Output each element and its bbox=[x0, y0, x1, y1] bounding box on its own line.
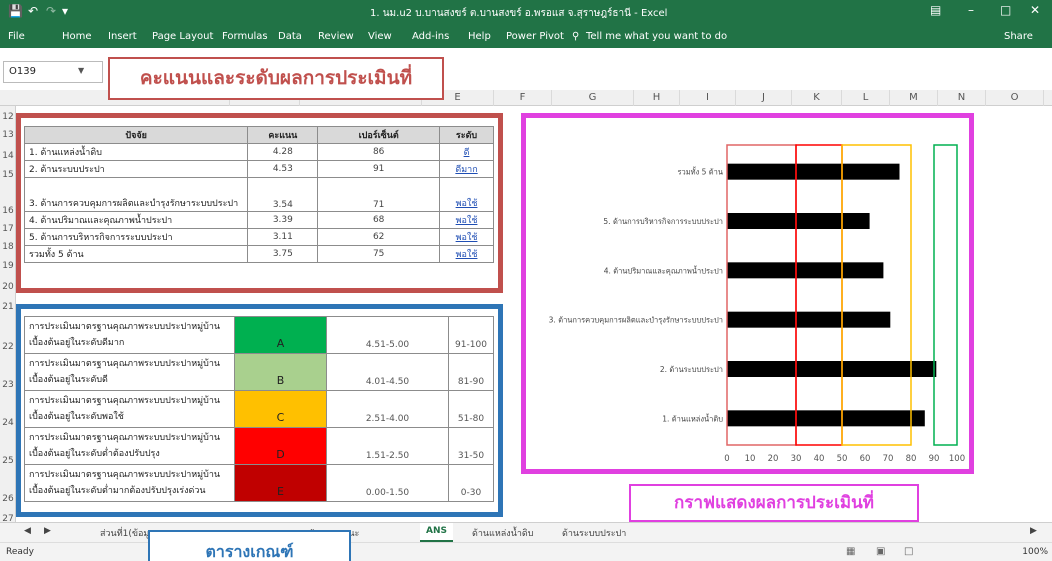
ribbon-display-options-icon[interactable]: ▤ bbox=[930, 3, 941, 17]
tab-file[interactable]: File bbox=[8, 31, 25, 42]
row-header[interactable]: 19 bbox=[0, 261, 15, 271]
tab-formulas[interactable]: Formulas bbox=[222, 31, 268, 42]
column-header[interactable]: N bbox=[938, 90, 986, 106]
row-header[interactable]: 26 bbox=[0, 494, 15, 504]
row-header[interactable]: 21 bbox=[0, 302, 15, 312]
graph-callout: กราฟแสดงผลการประเมินที่ bbox=[629, 484, 919, 522]
column-header[interactable]: H bbox=[634, 90, 680, 106]
sheet-tab[interactable]: ด้านระบบประปา bbox=[562, 526, 626, 540]
column-header[interactable]: G bbox=[552, 90, 634, 106]
redo-icon[interactable]: ↷ bbox=[46, 4, 56, 18]
chevron-down-icon[interactable]: ▼ bbox=[78, 66, 84, 75]
scroll-right-icon[interactable]: ▶ bbox=[44, 526, 51, 536]
save-icon[interactable]: 💾 bbox=[8, 4, 23, 18]
scroll-right-icon[interactable]: ▶ bbox=[1030, 526, 1037, 536]
column-header[interactable]: F bbox=[494, 90, 552, 106]
tab-add-ins[interactable]: Add-ins bbox=[412, 31, 449, 42]
tab-power-pivot[interactable]: Power Pivot bbox=[506, 31, 564, 42]
column-header[interactable]: I bbox=[680, 90, 736, 106]
tab-view[interactable]: View bbox=[368, 31, 392, 42]
search-icon: ⚲ bbox=[572, 31, 580, 42]
title-bar: 💾 ↶ ↷ ▾ 1. นม.u2 บ.บานสงขร์ ต.บานสงขร์ อ… bbox=[0, 0, 1052, 24]
maximize-button[interactable]: □ bbox=[1000, 3, 1011, 17]
tab-help[interactable]: Help bbox=[468, 31, 491, 42]
column-header[interactable]: M bbox=[890, 90, 938, 106]
row-header[interactable]: 20 bbox=[0, 282, 15, 292]
normal-view-icon[interactable]: ▦ bbox=[846, 546, 855, 557]
row-header[interactable]: 13 bbox=[0, 130, 15, 140]
row-header[interactable]: 12 bbox=[0, 112, 15, 122]
row-header[interactable]: 24 bbox=[0, 418, 15, 428]
column-header[interactable]: O bbox=[986, 90, 1044, 106]
score-callout: คะแนนและระดับผลการประเมินที่ bbox=[108, 57, 444, 100]
criteria-callout: ตารางเกณฑ์ bbox=[148, 530, 351, 561]
close-button[interactable]: ✕ bbox=[1030, 3, 1040, 17]
row-header[interactable]: 14 bbox=[0, 151, 15, 161]
page-break-view-icon[interactable]: □ bbox=[904, 546, 913, 557]
ribbon-tabs: File Home Insert Page Layout Formulas Da… bbox=[0, 24, 1052, 48]
minimize-button[interactable]: – bbox=[968, 3, 974, 17]
column-header[interactable]: J bbox=[736, 90, 792, 106]
row-header[interactable]: 17 bbox=[0, 224, 15, 234]
row-headers: 12 13 14 15 16 17 18 19 20 21 22 23 24 2… bbox=[0, 106, 16, 526]
zoom-level[interactable]: 100% bbox=[1022, 547, 1048, 557]
tab-home[interactable]: Home bbox=[62, 31, 92, 42]
share-button[interactable]: Share bbox=[1004, 31, 1033, 42]
column-header[interactable]: L bbox=[842, 90, 890, 106]
tab-insert[interactable]: Insert bbox=[108, 31, 137, 42]
name-box[interactable]: O139 bbox=[3, 61, 103, 83]
chart-highlight bbox=[521, 113, 974, 474]
tab-data[interactable]: Data bbox=[278, 31, 302, 42]
row-header[interactable]: 25 bbox=[0, 456, 15, 466]
row-header[interactable]: 22 bbox=[0, 342, 15, 352]
undo-icon[interactable]: ↶ bbox=[28, 4, 38, 18]
status-text: Ready bbox=[6, 547, 34, 557]
sheet-tab[interactable]: ส่วนที่1(ข้อมูล bbox=[100, 526, 155, 540]
scroll-left-icon[interactable]: ◀ bbox=[24, 526, 31, 536]
tab-page-layout[interactable]: Page Layout bbox=[152, 31, 213, 42]
row-header[interactable]: 23 bbox=[0, 380, 15, 390]
sheet-tab-active[interactable]: ANS bbox=[420, 523, 453, 542]
tab-review[interactable]: Review bbox=[318, 31, 354, 42]
window-title: 1. นม.u2 บ.บานสงขร์ ต.บานสงขร์ อ.พรอแส จ… bbox=[370, 8, 668, 19]
score-table-highlight bbox=[16, 113, 503, 293]
page-layout-view-icon[interactable]: ▣ bbox=[876, 546, 885, 557]
sheet-tab[interactable]: ด้านแหล่งน้ำดิบ bbox=[472, 526, 533, 540]
tell-me-search[interactable]: Tell me what you want to do bbox=[586, 31, 727, 42]
criteria-table-highlight bbox=[16, 304, 503, 517]
column-header[interactable]: K bbox=[792, 90, 842, 106]
row-header[interactable]: 18 bbox=[0, 242, 15, 252]
customize-quick-access-icon[interactable]: ▾ bbox=[62, 4, 68, 18]
row-header[interactable]: 16 bbox=[0, 206, 15, 216]
row-header[interactable]: 15 bbox=[0, 170, 15, 180]
